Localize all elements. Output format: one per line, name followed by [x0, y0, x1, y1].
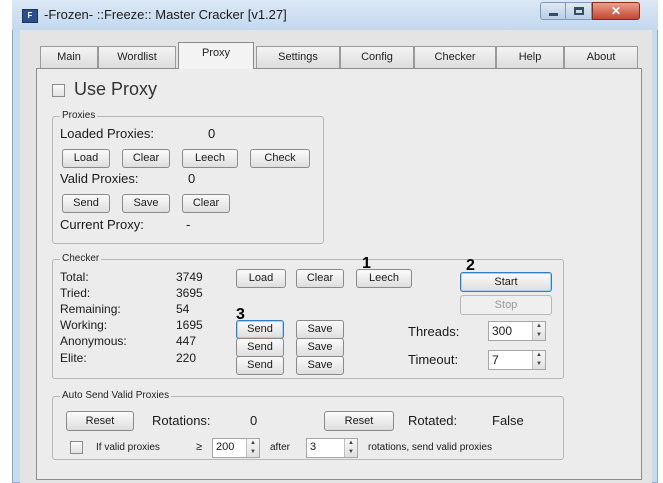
current-proxy-label: Current Proxy: — [60, 217, 144, 232]
stat-label-elite: Elite: — [60, 351, 87, 365]
stat-label-remaining: Remaining: — [60, 302, 121, 316]
close-button[interactable]: ✕ — [592, 2, 640, 20]
timeout-value: 7 — [492, 353, 499, 367]
marker-2: 2 — [466, 257, 475, 274]
stat-value-anonymous: 447 — [176, 334, 197, 348]
minimize-icon — [549, 13, 558, 16]
proxies-clear-button[interactable]: Clear — [122, 149, 170, 168]
tab-checker[interactable]: Checker — [414, 46, 496, 68]
threshold-spinner-icon[interactable]: ▲ ▼ — [246, 439, 259, 457]
send-valid-tail-label: rotations, send valid proxies — [368, 442, 492, 453]
stat-value-total: 3749 — [176, 270, 203, 284]
tab-settings[interactable]: Settings — [256, 46, 340, 68]
rotated-value: False — [492, 413, 524, 428]
rotated-label: Rotated: — [408, 413, 458, 428]
tab-about[interactable]: About — [564, 46, 638, 68]
timeout-input[interactable]: 7 ▲ ▼ — [488, 350, 546, 370]
maximize-button[interactable] — [566, 2, 592, 20]
stat-value-working: 1695 — [176, 318, 203, 332]
tab-wordlist[interactable]: Wordlist — [98, 46, 176, 68]
if-valid-label: If valid proxies — [96, 442, 160, 453]
valid-proxies-value: 0 — [188, 171, 196, 186]
proxies-leech-button[interactable]: Leech — [182, 149, 238, 168]
anonymous-send-button[interactable]: Send — [236, 338, 284, 357]
threads-label: Threads: — [408, 324, 460, 339]
proxies-clear-valid-button[interactable]: Clear — [182, 194, 230, 213]
valid-proxies-label: Valid Proxies: — [60, 171, 139, 186]
checker-load-button[interactable]: Load — [236, 269, 286, 288]
stat-value-tried: 3695 — [176, 286, 203, 300]
checker-group-label: Checker — [60, 253, 102, 264]
stat-value-remaining: 54 — [176, 302, 190, 316]
tab-config[interactable]: Config — [340, 46, 414, 68]
marker-1: 1 — [362, 255, 371, 272]
threads-value: 300 — [492, 324, 513, 338]
threshold-input[interactable]: 200 ▲ ▼ — [212, 438, 260, 458]
rotated-reset-button[interactable]: Reset — [324, 411, 394, 431]
use-proxy-label: Use Proxy — [74, 79, 158, 99]
timeout-spinner-icon[interactable]: ▲ ▼ — [532, 351, 545, 369]
elite-save-button[interactable]: Save — [296, 356, 344, 375]
loaded-proxies-value: 0 — [208, 126, 216, 141]
proxies-load-button[interactable]: Load — [62, 149, 110, 168]
tab-help[interactable]: Help — [496, 46, 564, 68]
threshold-value: 200 — [216, 441, 235, 453]
auto-send-group-label: Auto Send Valid Proxies — [60, 390, 172, 401]
gte-symbol: ≥ — [196, 441, 203, 453]
proxies-send-button[interactable]: Send — [62, 194, 110, 213]
window-title: -Frozen- ::Freeze:: Master Cracker [v1.2… — [44, 7, 287, 22]
tab-proxy[interactable]: Proxy — [178, 42, 254, 69]
stop-button[interactable]: Stop — [460, 295, 552, 315]
threads-spinner-icon[interactable]: ▲ ▼ — [532, 322, 545, 340]
stat-label-tried: Tried: — [60, 286, 91, 300]
after-rotations-spinner-icon[interactable]: ▲ ▼ — [344, 439, 357, 457]
after-rotations-input[interactable]: 3 ▲ ▼ — [306, 438, 358, 458]
after-label: after — [270, 442, 291, 453]
proxies-check-button[interactable]: Check — [250, 149, 310, 168]
timeout-label: Timeout: — [408, 352, 459, 367]
rotations-reset-button[interactable]: Reset — [66, 411, 134, 431]
threads-input[interactable]: 300 ▲ ▼ — [488, 321, 546, 341]
rotations-label: Rotations: — [152, 413, 211, 428]
current-proxy-value: - — [186, 217, 191, 232]
use-proxy-checkbox[interactable] — [52, 84, 65, 97]
checker-clear-button[interactable]: Clear — [296, 269, 344, 288]
auto-send-checkbox[interactable] — [70, 441, 83, 454]
stat-label-working: Working: — [60, 318, 108, 332]
minimize-button[interactable] — [540, 2, 566, 20]
marker-3: 3 — [236, 306, 245, 323]
maximize-icon — [574, 7, 584, 15]
tab-main[interactable]: Main — [40, 46, 98, 68]
anonymous-save-button[interactable]: Save — [296, 338, 344, 357]
stat-value-elite: 220 — [176, 351, 197, 365]
proxies-group-label: Proxies — [60, 110, 98, 121]
app-icon: F — [22, 9, 38, 23]
proxies-save-button[interactable]: Save — [122, 194, 170, 213]
after-rotations-value: 3 — [310, 441, 317, 453]
elite-send-button[interactable]: Send — [236, 356, 284, 375]
working-save-button[interactable]: Save — [296, 320, 344, 339]
start-button[interactable]: Start — [460, 272, 552, 292]
loaded-proxies-label: Loaded Proxies: — [60, 126, 154, 141]
rotations-value: 0 — [250, 413, 258, 428]
stat-label-total: Total: — [60, 270, 89, 284]
stat-label-anonymous: Anonymous: — [60, 334, 127, 348]
